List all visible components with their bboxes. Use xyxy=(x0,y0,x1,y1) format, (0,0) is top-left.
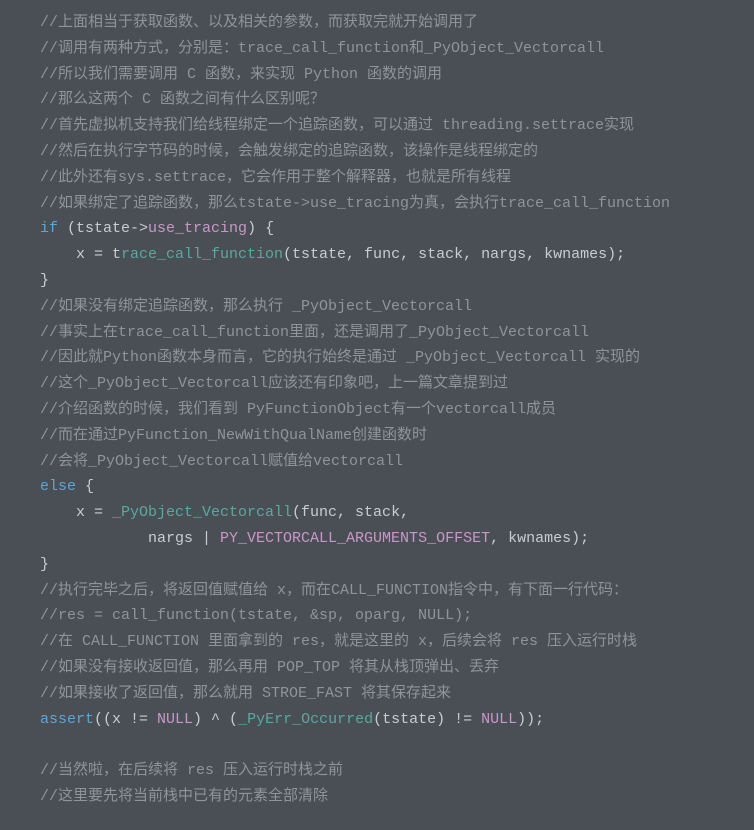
comment-line: //这个_PyObject_Vectorcall应该还有印象吧，上一篇文章提到过 xyxy=(40,375,508,392)
code-text: (tstate xyxy=(58,220,130,237)
comment-line: //如果接收了返回值，那么就用 STROE_FAST 将其保存起来 xyxy=(40,685,451,702)
keyword-if: if xyxy=(40,220,58,237)
comment-line: //事实上在trace_call_function里面，还是调用了_PyObje… xyxy=(40,324,589,341)
comment-line: //因此就Python函数本身而言，它的执行始终是通过 _PyObject_Ve… xyxy=(40,349,640,366)
comment-line: //执行完毕之后，将返回值赋值给 x，而在CALL_FUNCTION指令中，有下… xyxy=(40,582,628,599)
fn-pyerr-occurred: _PyErr_Occurred xyxy=(238,711,373,728)
code-text: (tstate) != xyxy=(373,711,481,728)
code-text: ) ^ ( xyxy=(193,711,238,728)
comment-line: //如果没有绑定追踪函数，那么执行 _PyObject_Vectorcall xyxy=(40,298,472,315)
null-literal: NULL xyxy=(157,711,193,728)
keyword-else: else xyxy=(40,478,76,495)
code-text: ((x != xyxy=(94,711,157,728)
const-offset: PY_VECTORCALL_ARGUMENTS_OFFSET xyxy=(220,530,490,547)
code-text: x = t xyxy=(40,246,121,263)
brace-close: } xyxy=(40,272,49,289)
comment-line: //res = call_function(tstate, &sp, oparg… xyxy=(40,607,472,624)
arrow-op: -> xyxy=(130,220,148,237)
comment-line: //这里要先将当前栈中已有的元素全部清除 xyxy=(40,788,328,805)
comment-line: //那么这两个 C 函数之间有什么区别呢？ xyxy=(40,91,325,108)
fn-vectorcall: _PyObject_Vectorcall xyxy=(112,504,292,521)
comment-line: //会将_PyObject_Vectorcall赋值给vectorcall xyxy=(40,453,403,470)
code-block: //上面相当于获取函数、以及相关的参数，而获取完就开始调用了 //调用有两种方式… xyxy=(0,0,754,830)
brace-close: } xyxy=(40,556,49,573)
code-text: (tstate, func, stack, nargs, kwnames); xyxy=(283,246,625,263)
comment-line: //此外还有sys.settrace，它会作用于整个解释器，也就是所有线程 xyxy=(40,169,511,186)
code-text: { xyxy=(76,478,94,495)
comment-line: //介绍函数的时候，我们看到 PyFunctionObject有一个vector… xyxy=(40,401,556,418)
code-text: x = xyxy=(40,504,112,521)
fn-trace-call: race_call_function xyxy=(121,246,283,263)
comment-line: //在 CALL_FUNCTION 里面拿到的 res，就是这里的 x，后续会将… xyxy=(40,633,637,650)
code-text: , kwnames); xyxy=(490,530,589,547)
member-use-tracing: use_tracing xyxy=(148,220,247,237)
code-text: ) { xyxy=(247,220,274,237)
comment-line: //上面相当于获取函数、以及相关的参数，而获取完就开始调用了 xyxy=(40,14,478,31)
comment-line: //当然啦，在后续将 res 压入运行时栈之前 xyxy=(40,762,343,779)
comment-line: //而在通过PyFunction_NewWithQualName创建函数时 xyxy=(40,427,427,444)
code-text: (func, stack, xyxy=(292,504,409,521)
null-literal: NULL xyxy=(481,711,517,728)
comment-line: //首先虚拟机支持我们给线程绑定一个追踪函数，可以通过 threading.se… xyxy=(40,117,634,134)
comment-line: //调用有两种方式，分别是：trace_call_function和_PyObj… xyxy=(40,40,604,57)
comment-line: //然后在执行字节码的时候，会触发绑定的追踪函数，该操作是线程绑定的 xyxy=(40,143,538,160)
keyword-assert: assert xyxy=(40,711,94,728)
comment-line: //如果绑定了追踪函数，那么tstate->use_tracing为真，会执行t… xyxy=(40,195,670,212)
code-text: )); xyxy=(517,711,544,728)
comment-line: //所以我们需要调用 C 函数，来实现 Python 函数的调用 xyxy=(40,66,442,83)
comment-line: //如果没有接收返回值，那么再用 POP_TOP 将其从栈顶弹出、丢弃 xyxy=(40,659,499,676)
code-text: nargs | xyxy=(40,530,220,547)
